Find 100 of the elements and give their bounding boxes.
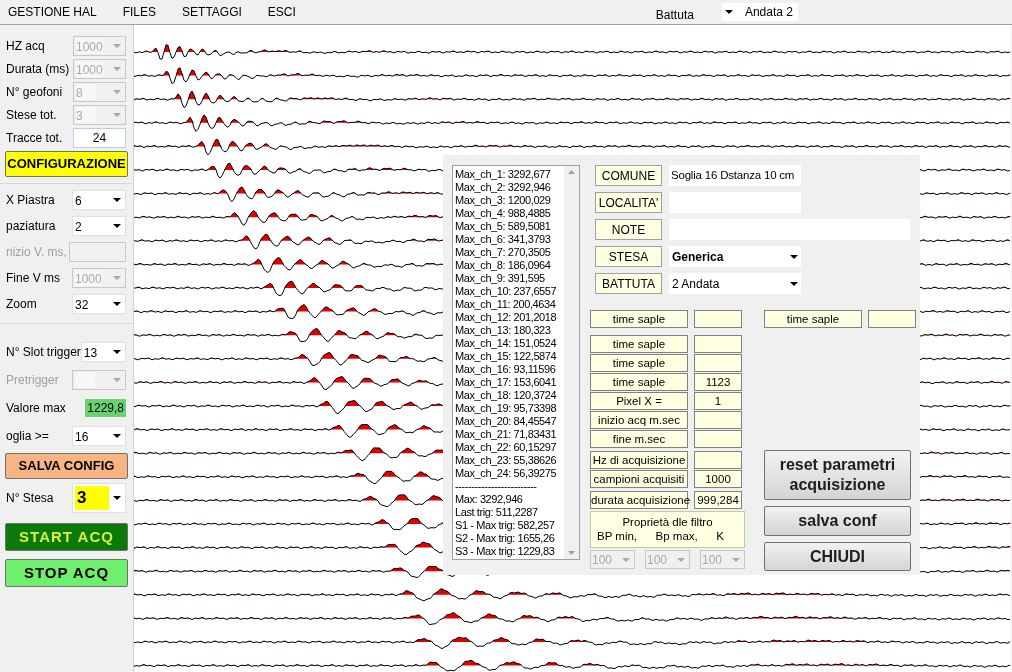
list-line: Max_ch_14: 151,0524 xyxy=(455,337,558,350)
caret-icon xyxy=(113,434,121,438)
field-label: X Piastra xyxy=(6,192,55,209)
field-label: Durata (ms) xyxy=(6,60,70,78)
caret-icon xyxy=(677,557,685,562)
action-button[interactable]: CONFIGURAZIONE xyxy=(5,151,128,177)
value-field xyxy=(868,310,916,328)
list-line: Max_ch_21: 71,83431 xyxy=(455,428,558,441)
menu-item[interactable]: ESCI xyxy=(263,3,300,21)
menu-item[interactable]: GESTIONE HAL xyxy=(4,3,101,21)
caret-icon xyxy=(732,557,740,562)
caret-icon xyxy=(113,224,121,228)
dropdown[interactable]: Andata 2 xyxy=(721,3,798,21)
list-line: ------------------------- xyxy=(455,480,538,493)
input-field[interactable]: 24 xyxy=(73,127,126,148)
input-field[interactable]: Soglia 16 Dstanza 10 cm xyxy=(669,165,801,186)
list-line: Max_ch_22: 60,15297 xyxy=(455,441,558,454)
field-label: time saple xyxy=(764,310,862,328)
field-label: Pixel X = xyxy=(590,392,688,410)
toolbar-label: Battuta xyxy=(655,7,694,24)
list-line: Max_ch_5: 589,5081 xyxy=(455,220,552,233)
action-button[interactable]: reset parametri acquisizione xyxy=(764,450,911,500)
list-line: Max_ch_9: 391,595 xyxy=(455,272,546,285)
list-line: Max_ch_20: 84,45547 xyxy=(455,415,558,428)
action-button[interactable]: salva conf xyxy=(764,506,911,536)
dropdown[interactable]: 6 xyxy=(72,190,126,210)
caret-icon xyxy=(790,254,798,259)
field-label: Tracce tot. xyxy=(6,129,63,147)
list-line: S1 - Max trig: 582,257 xyxy=(455,519,556,532)
field-label: N° geofoni xyxy=(6,83,63,101)
caret-icon xyxy=(622,557,630,562)
field-label: oglia >= xyxy=(6,428,49,445)
list-line: Max_ch_4: 988,4885 xyxy=(455,207,552,220)
value-field xyxy=(694,411,742,429)
action-button[interactable]: STOP ACQ xyxy=(5,559,128,587)
list-line: Max_ch_10: 237,6557 xyxy=(455,285,558,298)
scrollbar[interactable] xyxy=(564,166,579,559)
list-line: Max_ch_16: 93,11596 xyxy=(455,363,557,376)
list-line: Max_ch_11: 200,4634 xyxy=(455,298,557,311)
list-line: Max_ch_2: 3292,946 xyxy=(455,181,552,194)
list-line: Max_ch_6: 341,3793 xyxy=(455,233,552,246)
action-button[interactable]: START ACQ xyxy=(5,523,128,551)
action-button[interactable]: CHIUDI xyxy=(764,542,911,571)
field-label: Stese tot. xyxy=(6,106,57,124)
caret-icon xyxy=(113,276,121,280)
value-field xyxy=(694,451,742,469)
scroll-down-icon[interactable] xyxy=(568,551,575,555)
column-label: Bp max, xyxy=(655,529,698,543)
list-line: Max: 3292,946 xyxy=(455,493,524,506)
list-line: Max_ch_23: 55,38626 xyxy=(455,454,558,467)
list-line: Last trig: 511,2287 xyxy=(455,506,539,519)
field-label: Pretrigger xyxy=(6,372,59,389)
filter-title: Proprietà dle filtro xyxy=(622,515,713,529)
caret-icon xyxy=(113,378,121,382)
list-line: S3 - Max trig: 1229,83 xyxy=(455,545,556,558)
results-list[interactable] xyxy=(452,165,580,560)
value-field xyxy=(694,354,742,372)
dropdown[interactable]: 2 xyxy=(72,216,126,236)
dropdown[interactable]: 16 xyxy=(72,426,126,446)
menu-item[interactable]: FILES xyxy=(118,3,161,21)
value-field xyxy=(694,335,742,353)
value-field xyxy=(694,310,742,328)
dropdown[interactable]: 2 Andata xyxy=(669,273,801,294)
caret-icon xyxy=(113,350,121,354)
list-line: Max_ch_19: 95,73398 xyxy=(455,402,558,415)
dropdown[interactable]: 32 xyxy=(72,294,126,314)
dropdown[interactable]: 3 xyxy=(72,483,126,513)
field-label: Zoom xyxy=(6,296,37,313)
field-label: durata acquisizione xyxy=(590,491,688,509)
field-label: STESA xyxy=(595,246,662,267)
field-label: campioni acquisiti xyxy=(590,470,688,488)
value-field: 1000 xyxy=(694,470,742,488)
caret-icon xyxy=(113,43,121,48)
action-button[interactable]: SALVA CONFIG xyxy=(5,453,128,479)
value-field: 1123 xyxy=(694,373,742,391)
column-label: K xyxy=(716,529,724,543)
list-line: Max_ch_18: 120,3724 xyxy=(455,389,558,402)
field-label: HZ acq xyxy=(6,37,45,55)
caret-icon xyxy=(113,302,121,306)
column-label: BP min, xyxy=(597,529,638,543)
field-label: BATTUTA xyxy=(595,273,662,294)
value-field: 999,284 xyxy=(694,491,742,509)
field-label: Hz di acquisizione xyxy=(590,451,688,469)
caret-icon xyxy=(113,66,121,71)
caret-icon xyxy=(113,112,121,117)
field-label: Fine V ms xyxy=(6,270,60,287)
list-line: Max_ch_1: 3292,677 xyxy=(455,168,552,181)
field-label: Valore max xyxy=(6,400,66,417)
dropdown[interactable]: Generica xyxy=(669,246,801,267)
caret-icon xyxy=(113,89,121,94)
menu-item[interactable]: SETTAGGI xyxy=(178,3,246,21)
caret-icon xyxy=(113,198,121,202)
value-readout: 1229,8 xyxy=(85,399,126,417)
field-label: nizio V. ms, xyxy=(6,244,67,261)
dropdown[interactable]: 13 xyxy=(80,342,126,362)
list-line: Max_ch_24: 56,39275 xyxy=(455,467,558,480)
list-line: Max_ch_12: 201,2018 xyxy=(455,311,558,324)
value-field: 1 xyxy=(694,392,742,410)
field-label: fine m.sec xyxy=(590,430,688,448)
caret-icon xyxy=(790,281,798,286)
